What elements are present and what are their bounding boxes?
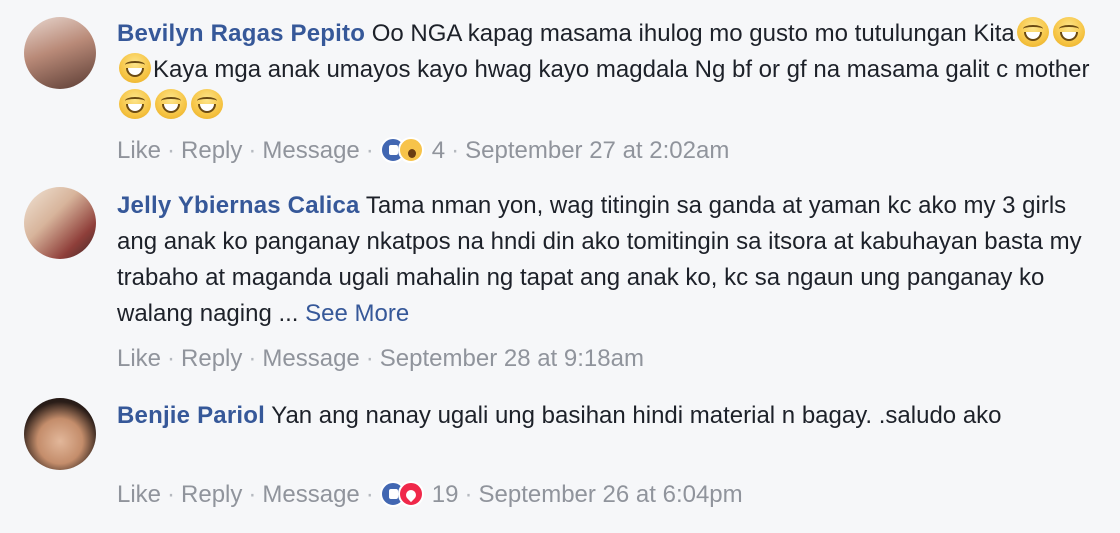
comment-body: Bevilyn Ragas Pepito Oo NGA kapag masama…: [117, 16, 1107, 124]
reactions[interactable]: [379, 136, 426, 164]
separator: ·: [365, 345, 374, 372]
haha-reaction-icon: [397, 137, 424, 163]
separator: ·: [365, 137, 374, 164]
separator: ·: [464, 481, 473, 508]
reactions[interactable]: [379, 480, 426, 508]
separator: ·: [248, 137, 257, 164]
comment-actions: Like · Reply · Message · September 28 at 9:18a…: [117, 344, 644, 374]
reaction-count[interactable]: 4: [432, 137, 445, 164]
separator: ·: [248, 481, 257, 508]
laughing-emoji-icon: [155, 89, 187, 119]
comment-text: Kaya mga anak umayos kayo hwag kayo magd…: [153, 56, 1090, 83]
comment-timestamp[interactable]: September 27 at 2:02am: [465, 137, 729, 164]
laughing-emoji-icon: [119, 89, 151, 119]
like-link[interactable]: Like: [117, 345, 161, 372]
reply-link[interactable]: Reply: [181, 481, 242, 508]
like-link[interactable]: Like: [117, 481, 161, 508]
reply-link[interactable]: Reply: [181, 137, 242, 164]
separator: ·: [167, 137, 176, 164]
reply-link[interactable]: Reply: [181, 345, 242, 372]
message-link[interactable]: Message: [262, 345, 359, 372]
laughing-emoji-icon: [1016, 17, 1049, 47]
comment-author[interactable]: Bevilyn Ragas Pepito: [117, 20, 365, 47]
separator: ·: [167, 345, 176, 372]
like-link[interactable]: Like: [117, 137, 161, 164]
message-link[interactable]: Message: [262, 137, 359, 164]
comment-body: Benjie Pariol Yan ang nanay ugali ung ba…: [117, 398, 1107, 434]
message-link[interactable]: Message: [262, 481, 359, 508]
separator: ·: [451, 137, 460, 164]
comment-actions: Like · Reply · Message · 19 · September 26 at 6:…: [117, 480, 743, 510]
laughing-emoji-icon: [191, 89, 223, 119]
comment-text: Oo NGA kapag masama ihulog mo gusto mo t…: [371, 20, 1015, 47]
comment-timestamp[interactable]: September 28 at 9:18am: [380, 345, 644, 372]
reaction-count[interactable]: 19: [432, 481, 459, 508]
love-reaction-icon: [397, 481, 424, 507]
comment-author[interactable]: Jelly Ybiernas Calica: [117, 192, 360, 219]
avatar[interactable]: [24, 187, 96, 259]
comment-timestamp[interactable]: September 26 at 6:04pm: [478, 481, 742, 508]
separator: ·: [167, 481, 176, 508]
separator: ·: [248, 345, 257, 372]
comment-actions: Like · Reply · Message · 4 · September 27 at 2:0…: [117, 136, 729, 166]
comment-author[interactable]: Benjie Pariol: [117, 402, 265, 429]
comment-body: Jelly Ybiernas Calica Tama nman yon, wag…: [117, 188, 1107, 332]
comment-text: Yan ang nanay ugali ung basihan hindi ma…: [271, 402, 1002, 429]
laughing-emoji-icon: [119, 53, 151, 83]
see-more-link[interactable]: See More: [305, 300, 409, 327]
avatar[interactable]: [24, 17, 96, 89]
avatar[interactable]: [24, 398, 96, 470]
laughing-emoji-icon: [1052, 17, 1085, 47]
separator: ·: [365, 481, 374, 508]
